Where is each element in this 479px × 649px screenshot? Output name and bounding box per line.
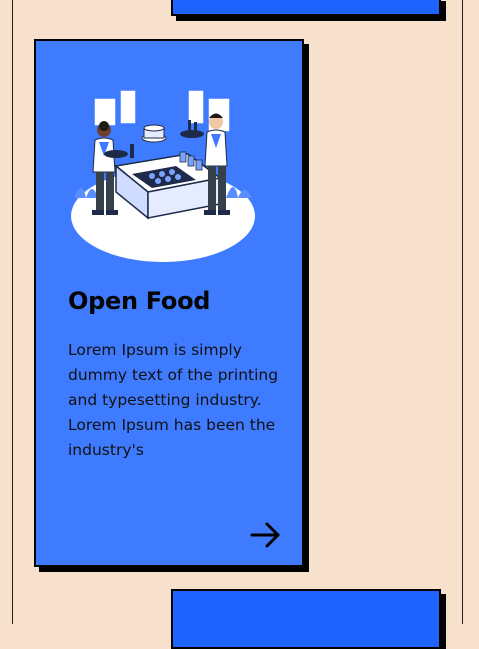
previous-card-partial[interactable]	[171, 0, 441, 16]
page-frame-left-border	[12, 0, 13, 624]
card-description: Lorem Ipsum is simply dummy text of the …	[68, 341, 279, 459]
arrow-right-icon[interactable]	[250, 521, 282, 549]
page-frame-right-border	[462, 0, 463, 624]
next-card-partial[interactable]	[171, 589, 441, 649]
waiters-serving-food-illustration	[71, 89, 255, 262]
card-title: Open Food	[68, 287, 211, 315]
open-food-card[interactable]: Open Food Lorem Ipsum is simply dummy te…	[34, 39, 304, 567]
